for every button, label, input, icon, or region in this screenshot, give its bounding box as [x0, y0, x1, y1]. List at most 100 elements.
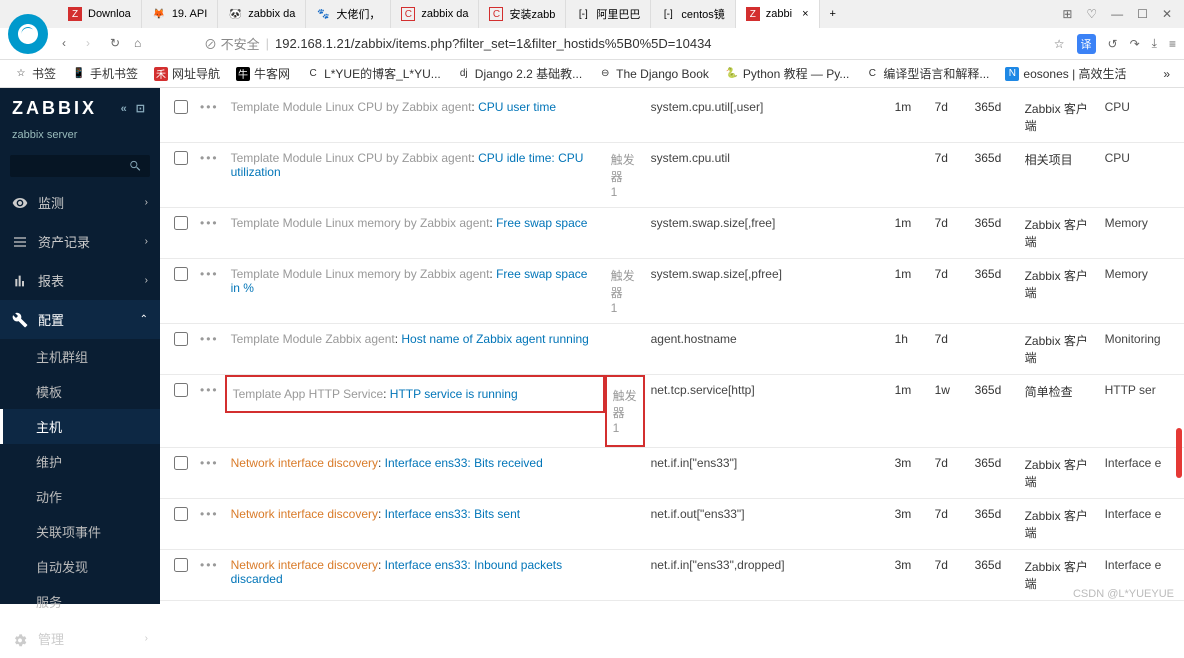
win-grid-icon[interactable]: ⊞ — [1062, 7, 1072, 21]
browser-tab[interactable]: 🐾大佬们， — [306, 0, 391, 28]
template-link[interactable]: Template App HTTP Service — [233, 387, 384, 401]
undo-icon[interactable]: ↷ — [1130, 37, 1140, 51]
bookmark-item[interactable]: CL*YUE的博客_L*YU... — [306, 65, 441, 82]
row-actions-icon[interactable]: ••• — [194, 375, 225, 448]
browser-logo[interactable] — [8, 14, 48, 54]
star-icon[interactable]: ☆ — [1054, 37, 1065, 51]
item-link[interactable]: Interface ens33: Bits sent — [385, 507, 520, 521]
tab-label: Downloa — [88, 8, 131, 20]
bookmarks-bar: ☆书签 📱手机书签禾网址导航牛牛客网 CL*YUE的博客_L*YU... djDjan… — [0, 60, 1184, 88]
browser-tab[interactable]: ZDownloa — [58, 0, 142, 28]
nav-sub-item[interactable]: 模板 — [0, 374, 160, 409]
sidebar-search-input[interactable] — [10, 155, 150, 177]
nav-item-gear[interactable]: 管理› — [0, 619, 160, 658]
nav-sub-item[interactable]: 主机 — [0, 409, 160, 444]
row-checkbox[interactable] — [174, 100, 188, 114]
trigger-count[interactable]: 触发器1 — [611, 269, 635, 315]
nav-sub-item[interactable]: 维护 — [0, 444, 160, 479]
nav-sub-item[interactable]: 动作 — [0, 479, 160, 514]
bookmarks-overflow[interactable]: » — [1163, 67, 1170, 81]
bookmark-item[interactable]: 禾网址导航 — [154, 65, 220, 82]
row-checkbox[interactable] — [174, 456, 188, 470]
template-link[interactable]: Template Module Zabbix agent — [231, 332, 395, 346]
nav-sub-item[interactable]: 关联项事件 — [0, 514, 160, 549]
row-actions-icon[interactable]: ••• — [194, 448, 225, 499]
translate-button[interactable]: 译 — [1077, 34, 1096, 54]
nav-reload-icon[interactable]: ↻ — [110, 36, 126, 52]
row-checkbox[interactable] — [174, 507, 188, 521]
nav-item-wrench[interactable]: 配置⌃ — [0, 300, 160, 339]
bookmark-item[interactable]: 🐍Python 教程 — Py... — [725, 65, 849, 82]
row-actions-icon[interactable]: ••• — [194, 259, 225, 324]
nav-home-icon[interactable]: ⌂ — [134, 36, 150, 52]
row-checkbox[interactable] — [174, 332, 188, 346]
nav-item-chart[interactable]: 报表› — [0, 261, 160, 300]
browser-tab[interactable]: 🦊19. API — [142, 0, 218, 28]
discovery-link[interactable]: Network interface discovery — [231, 558, 378, 572]
win-minimize-icon[interactable]: — — [1111, 7, 1123, 21]
item-link[interactable]: Interface ens33: Bits received — [385, 456, 543, 470]
win-maximize-icon[interactable]: ☐ — [1137, 7, 1148, 21]
browser-tab[interactable]: C安装zabb — [479, 0, 566, 28]
row-actions-icon[interactable]: ••• — [194, 143, 225, 208]
template-link[interactable]: Template Module Linux memory by Zabbix a… — [231, 267, 490, 281]
nav-item-eye[interactable]: 监测› — [0, 183, 160, 222]
bookmark-label: L*YUE的博客_L*YU... — [324, 65, 441, 82]
row-checkbox[interactable] — [174, 267, 188, 281]
bookmark-item[interactable]: C编译型语言和解释... — [865, 65, 989, 82]
item-interval: 3m — [889, 550, 929, 601]
template-link[interactable]: Template Module Linux memory by Zabbix a… — [231, 216, 490, 230]
bookmark-item[interactable]: 牛牛客网 — [236, 65, 290, 82]
nav-sub-item[interactable]: 主机群组 — [0, 339, 160, 374]
nav-item-list[interactable]: 资产记录› — [0, 222, 160, 261]
discovery-link[interactable]: Network interface discovery — [231, 507, 378, 521]
nav-sub-item[interactable]: 服务 — [0, 584, 160, 619]
discovery-link[interactable]: Network interface discovery — [231, 456, 378, 470]
row-checkbox[interactable] — [174, 383, 188, 397]
item-link[interactable]: HTTP service is running — [390, 387, 518, 401]
bookmark-item[interactable]: Neosones | 高效生活 — [1005, 65, 1126, 82]
row-actions-icon[interactable]: ••• — [194, 601, 225, 605]
trigger-count[interactable]: 触发器1 — [613, 389, 637, 435]
bookmark-icon: 牛 — [236, 67, 250, 81]
row-actions-icon[interactable]: ••• — [194, 92, 225, 143]
items-table-container: ••• Template Module Linux CPU by Zabbix … — [160, 88, 1184, 604]
item-link[interactable]: Free swap space — [496, 216, 587, 230]
template-link[interactable]: Template Module Linux CPU by Zabbix agen… — [231, 151, 472, 165]
win-down-icon[interactable]: ♡ — [1086, 7, 1097, 21]
bookmark-label: Python 教程 — Py... — [743, 65, 849, 82]
row-checkbox[interactable] — [174, 558, 188, 572]
download-icon[interactable]: ⤓ — [1152, 36, 1157, 51]
tab-close-icon[interactable]: × — [802, 8, 808, 20]
browser-tab[interactable]: [-]阿里巴巴 — [566, 0, 651, 28]
scrollbar-thumb[interactable] — [1176, 428, 1182, 478]
template-link[interactable]: Template Module Linux CPU by Zabbix agen… — [231, 100, 472, 114]
zabbix-logo[interactable]: ZABBIX « ⊡ — [0, 88, 160, 129]
bookmark-item[interactable]: 📱手机书签 — [72, 65, 138, 82]
refresh-icon[interactable]: ↺ — [1108, 37, 1118, 51]
url-input[interactable]: ⊘ 不安全 | 192.168.1.21/zabbix/items.php?fi… — [158, 34, 1046, 53]
browser-tab[interactable]: Czabbix da — [391, 0, 479, 28]
row-actions-icon[interactable]: ••• — [194, 324, 225, 375]
item-link[interactable]: CPU user time — [478, 100, 556, 114]
bookmark-item[interactable]: ☆书签 — [14, 65, 56, 82]
trigger-count[interactable]: 触发器1 — [611, 153, 635, 199]
row-actions-icon[interactable]: ••• — [194, 499, 225, 550]
win-close-icon[interactable]: ✕ — [1162, 7, 1172, 21]
items-table: ••• Template Module Linux CPU by Zabbix … — [160, 92, 1184, 604]
browser-tab[interactable]: [-]centos镜 — [651, 0, 735, 28]
new-tab-button[interactable]: + — [820, 0, 846, 28]
nav-back-icon[interactable]: ‹ — [62, 36, 78, 52]
bookmark-item[interactable]: djDjango 2.2 基础教... — [457, 65, 582, 82]
row-actions-icon[interactable]: ••• — [194, 550, 225, 601]
tab-label: 阿里巴巴 — [596, 6, 640, 22]
row-checkbox[interactable] — [174, 151, 188, 165]
nav-sub-item[interactable]: 自动发现 — [0, 549, 160, 584]
menu-icon[interactable]: ≡ — [1169, 37, 1176, 51]
bookmark-item[interactable]: ⊖The Django Book — [598, 67, 709, 81]
item-link[interactable]: Host name of Zabbix agent running — [401, 332, 588, 346]
browser-tab[interactable]: Zzabbi× — [736, 0, 820, 28]
browser-tab[interactable]: 🐼zabbix da — [218, 0, 306, 28]
row-checkbox[interactable] — [174, 216, 188, 230]
row-actions-icon[interactable]: ••• — [194, 208, 225, 259]
